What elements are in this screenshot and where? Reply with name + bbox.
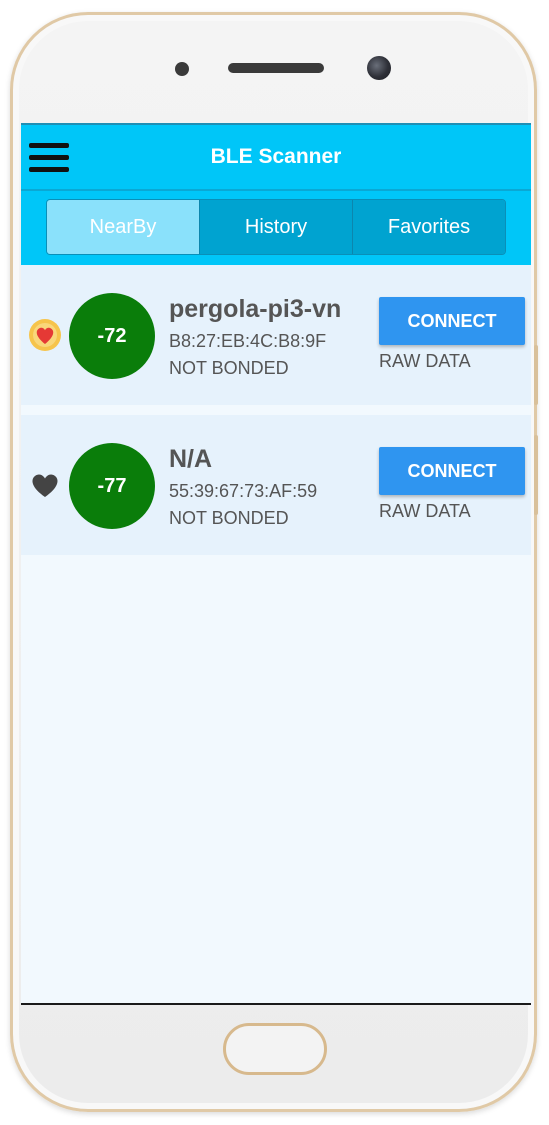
earpiece-speaker bbox=[228, 63, 324, 73]
heart-outline-icon[interactable] bbox=[28, 468, 62, 502]
volume-button bbox=[534, 345, 538, 405]
tab-history[interactable]: History bbox=[199, 200, 352, 254]
device-list: -72 pergola-pi3-vn B8:27:EB:4C:B8:9F NOT… bbox=[21, 265, 531, 565]
device-row[interactable]: -77 N/A 55:39:67:73:AF:59 NOT BONDED CON… bbox=[21, 415, 531, 555]
tab-favorites[interactable]: Favorites bbox=[352, 200, 505, 254]
device-mac-address: 55:39:67:73:AF:59 bbox=[169, 481, 318, 501]
device-row[interactable]: -72 pergola-pi3-vn B8:27:EB:4C:B8:9F NOT… bbox=[21, 265, 531, 405]
device-bond-state: NOT BONDED bbox=[169, 508, 289, 528]
tab-bar: NearBy History Favorites bbox=[21, 191, 531, 265]
tab-group: NearBy History Favorites bbox=[46, 199, 506, 255]
app-title: BLE Scanner bbox=[210, 145, 342, 168]
heart-filled-icon[interactable] bbox=[28, 318, 62, 352]
rssi-badge: -72 bbox=[69, 293, 155, 379]
front-camera bbox=[367, 56, 391, 80]
device-mac-address: B8:27:EB:4C:B8:9F bbox=[169, 331, 327, 351]
connect-button[interactable]: CONNECT bbox=[379, 447, 525, 495]
home-button[interactable] bbox=[223, 1023, 327, 1075]
rssi-badge: -77 bbox=[69, 443, 155, 529]
phone-frame: BLE Scanner NearBy History Favorites -72… bbox=[10, 12, 538, 1112]
device-name: N/A bbox=[169, 445, 213, 473]
app-bar: BLE Scanner bbox=[21, 125, 531, 191]
app-screen: BLE Scanner NearBy History Favorites -72… bbox=[21, 123, 531, 1005]
connect-button[interactable]: CONNECT bbox=[379, 297, 525, 345]
device-bond-state: NOT BONDED bbox=[169, 358, 289, 378]
device-name: pergola-pi3-vn bbox=[169, 295, 342, 323]
raw-data-link[interactable]: RAW DATA bbox=[379, 351, 471, 372]
power-button bbox=[534, 435, 538, 515]
proximity-sensor bbox=[175, 62, 189, 76]
tab-nearby[interactable]: NearBy bbox=[47, 200, 199, 254]
raw-data-link[interactable]: RAW DATA bbox=[379, 501, 471, 522]
